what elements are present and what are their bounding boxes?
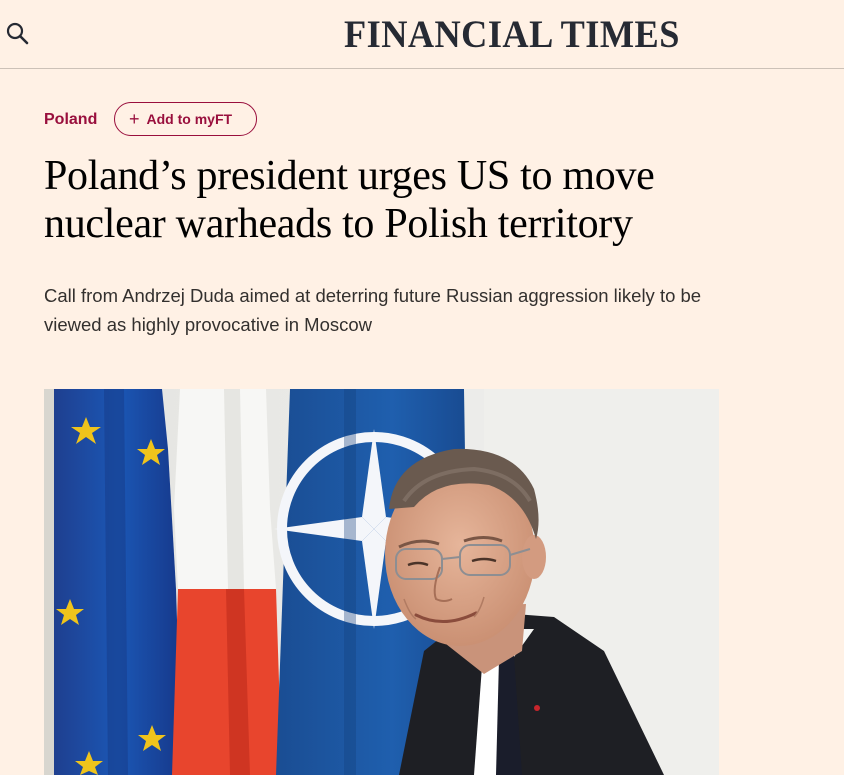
top-navigation-bar: FINANCIAL TIMES (0, 0, 844, 69)
topic-link-poland[interactable]: Poland (44, 109, 97, 131)
add-to-myft-label: Add to myFT (146, 111, 233, 127)
search-icon[interactable] (4, 20, 32, 48)
article-main-image (44, 389, 719, 775)
add-to-myft-button[interactable]: + Add to myFT (114, 102, 257, 136)
article-standfirst: Call from Andrzej Duda aimed at deterrin… (44, 285, 702, 335)
plus-icon: + (129, 109, 140, 129)
search-button[interactable] (4, 20, 32, 48)
masthead-logo[interactable]: FINANCIAL TIMES (344, 12, 680, 58)
article-headline: Poland’s president urges US to move nucl… (44, 153, 655, 247)
